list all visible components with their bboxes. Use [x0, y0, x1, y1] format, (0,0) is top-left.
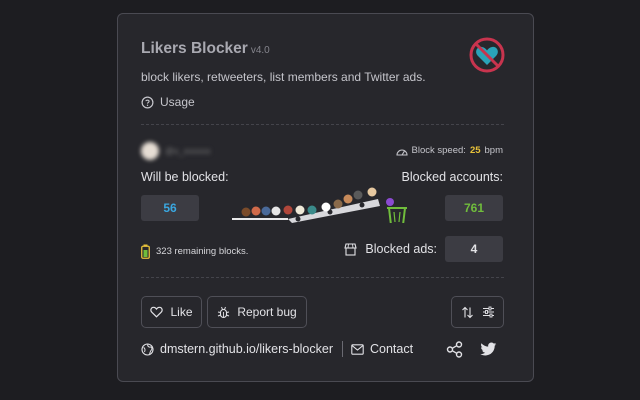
avatar: [141, 142, 159, 160]
globe-icon: [141, 342, 154, 356]
report-bug-label: Report bug: [237, 305, 297, 319]
sort-arrows-icon: [461, 306, 473, 318]
username-blurred: @x_xxxxxx: [165, 146, 211, 156]
report-bug-button[interactable]: Report bug: [207, 296, 307, 328]
block-speed-value: 25: [469, 145, 481, 156]
speedometer-icon: [395, 149, 408, 156]
user-info: @x_xxxxxx: [141, 142, 211, 160]
app-name: Likers Blocker: [141, 40, 248, 57]
app-version: v4.0: [250, 45, 270, 56]
app-description: block likers, retweeters, list members a…: [141, 70, 426, 84]
usage-label: Usage: [160, 95, 195, 109]
will-be-blocked-count: 56: [141, 195, 199, 221]
divider: [141, 277, 504, 278]
question-circle-icon: [141, 96, 154, 108]
blocked-ads-label: Blocked ads:: [365, 242, 437, 256]
usage-link[interactable]: Usage: [141, 95, 195, 109]
heart-icon: [150, 306, 164, 318]
app-title: Likers Blocker v4.0: [141, 40, 270, 58]
divider: [342, 341, 343, 357]
will-be-blocked-label: Will be blocked:: [141, 170, 229, 184]
remaining-blocks: 323 remaining blocks.: [141, 244, 248, 259]
blocked-accounts-count: 761: [445, 195, 503, 221]
bug-icon: [218, 306, 230, 318]
sliders-icon: [482, 306, 494, 318]
website-url: dmstern.github.io/likers-blocker: [160, 342, 333, 356]
share-icon[interactable]: [446, 341, 463, 358]
block-speed: Block speed: 25 bpm: [395, 145, 503, 156]
battery-icon: [141, 244, 150, 259]
heart-blocked-icon: [469, 37, 505, 73]
contact-link[interactable]: Contact: [351, 342, 413, 356]
import-export-settings-button[interactable]: [451, 296, 504, 328]
blocked-ads: Blocked ads: 4: [344, 236, 503, 262]
contact-label: Contact: [370, 342, 414, 356]
conveyor-illustration: [232, 187, 407, 223]
block-speed-unit: bpm: [484, 145, 503, 156]
remaining-blocks-text: 323 remaining blocks.: [156, 246, 249, 257]
website-link[interactable]: dmstern.github.io/likers-blocker: [141, 342, 333, 356]
like-label: Like: [170, 305, 193, 319]
block-speed-label: Block speed:: [411, 145, 466, 156]
popup-card: Likers Blocker v4.0 block likers, retweet…: [117, 13, 534, 382]
like-button[interactable]: Like: [141, 296, 202, 328]
store-icon: [344, 242, 358, 256]
blocked-ads-count: 4: [445, 236, 503, 262]
mail-icon: [351, 343, 364, 355]
twitter-icon[interactable]: [480, 342, 497, 357]
divider: [141, 124, 504, 125]
